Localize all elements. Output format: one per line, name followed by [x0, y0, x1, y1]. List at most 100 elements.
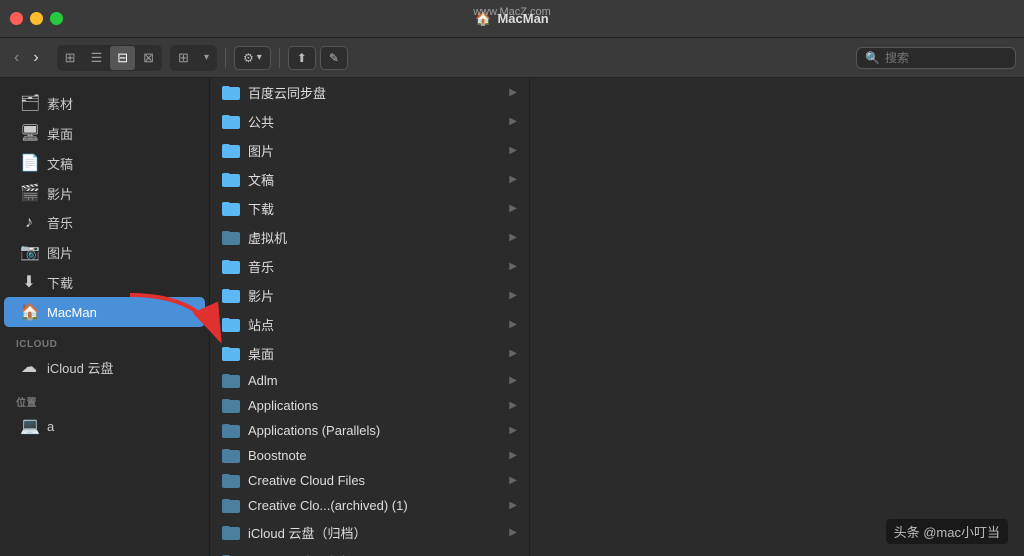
traffic-lights [10, 12, 63, 25]
sidebar-item-music[interactable]: ♪ 音乐 [4, 208, 205, 237]
maximize-button[interactable] [50, 12, 63, 25]
content-area: 百度云同步盘▶公共▶图片▶文稿▶下载▶虚拟机▶音乐▶影片▶站点▶桌面▶Adlm▶… [210, 78, 1024, 556]
file-name: 图片 [248, 141, 501, 160]
folder-icon [222, 260, 240, 274]
sidebar-item-icloud[interactable]: ☁ iCloud 云盘 [4, 352, 205, 382]
right-panel [530, 78, 1024, 556]
folder-icon [222, 499, 240, 513]
desktop-icon: 🖥 [20, 123, 38, 143]
list-item[interactable]: Applications▶ [210, 393, 529, 418]
chevron-right-icon: ▶ [509, 375, 517, 386]
sidebar-item-desktop[interactable]: 🖥 桌面 [4, 118, 205, 148]
chevron-right-icon: ▶ [509, 475, 517, 486]
chevron-right-icon: ▶ [509, 261, 517, 272]
sidebar-item-label: 图片 [47, 243, 73, 262]
folder-icon [222, 144, 240, 158]
list-item[interactable]: 影片 ▶ [210, 281, 529, 310]
list-item[interactable]: 文稿▶ [210, 165, 529, 194]
list-item[interactable]: Creative Clo...(archived) (1)▶ [210, 493, 529, 518]
list-item[interactable]: 公共 ▶ [210, 107, 529, 136]
list-item[interactable]: 桌面 ▶ [210, 339, 529, 368]
folder-icon [222, 115, 240, 129]
list-item[interactable]: iCloud 云盘（归档）▶ [210, 518, 529, 547]
chevron-right-icon: ▶ [509, 174, 517, 185]
gear-button[interactable]: ⚙ ▾ [234, 46, 271, 70]
list-item[interactable]: 音乐 ▶ [210, 252, 529, 281]
list-item[interactable]: Applications (Parallels)▶ [210, 418, 529, 443]
back-button[interactable]: ‹ [8, 46, 25, 70]
gallery-group: ⊞ ▾ [170, 45, 217, 71]
folder-icon [222, 474, 240, 488]
search-input[interactable] [885, 51, 1005, 65]
folder-icon [222, 231, 240, 245]
minimize-button[interactable] [30, 12, 43, 25]
sidebar-item-materials[interactable]: 🗂 素材 [4, 88, 205, 118]
folder-icon [222, 449, 240, 463]
sidebar-item-a[interactable]: 💻 a [4, 411, 205, 441]
edit-icon: ✎ [329, 51, 339, 65]
sidebar-item-label: MacMan [47, 305, 97, 320]
gallery-dropdown-button[interactable]: ▾ [197, 48, 216, 67]
search-box[interactable]: 🔍 [856, 47, 1016, 69]
share-button[interactable]: ⬆ [288, 46, 316, 70]
list-item[interactable]: Creative Cloud Files▶ [210, 468, 529, 493]
sidebar-item-label: a [47, 419, 54, 434]
sidebar-item-documents[interactable]: 📄 文稿 [4, 148, 205, 178]
list-item[interactable]: 下载▶ [210, 194, 529, 223]
edit-button[interactable]: ✎ [320, 46, 348, 70]
chevron-right-icon: ▶ [509, 425, 517, 436]
chevron-right-icon: ▶ [509, 348, 517, 359]
sidebar-item-movies[interactable]: 🎬 影片 [4, 178, 205, 208]
sidebar-item-label: 素材 [47, 94, 73, 113]
file-name: 虚拟机 [248, 228, 501, 247]
chevron-right-icon: ▶ [509, 290, 517, 301]
folder-icon [222, 202, 240, 216]
file-name: 公共 [248, 112, 501, 131]
computer-icon: 💻 [20, 416, 38, 436]
macman-icon: 🏠 [20, 302, 38, 322]
chevron-right-icon: ▶ [509, 87, 517, 98]
pictures-icon: 📷 [20, 242, 38, 262]
list-item[interactable]: 图片▶ [210, 136, 529, 165]
folder-icon [222, 289, 240, 303]
list-view-button[interactable]: ☰ [84, 46, 110, 70]
sidebar: 🗂 素材 🖥 桌面 📄 文稿 🎬 影片 ♪ 音乐 📷 图片 ⬇ 下载 🏠 [0, 78, 210, 556]
list-item[interactable]: Adlm ▶ [210, 368, 529, 393]
gallery-view-button[interactable]: ⊞ [171, 46, 196, 70]
sidebar-item-label: 影片 [47, 184, 73, 203]
file-name: Adlm [248, 373, 501, 388]
list-item[interactable]: Boostnote▶ [210, 443, 529, 468]
sidebar-item-label: 文稿 [47, 154, 73, 173]
list-item[interactable]: 百度云同步盘 ▶ [210, 78, 529, 107]
file-name: 百度云同步盘 [248, 83, 501, 102]
gear-dropdown-icon: ▾ [257, 52, 262, 63]
cover-view-button[interactable]: ⊠ [136, 46, 161, 70]
column-view-button[interactable]: ⊟ [110, 46, 135, 70]
folder-icon [222, 86, 240, 100]
icloud-icon: ☁ [20, 357, 38, 377]
folder-icon [222, 374, 240, 388]
main-layout: 🗂 素材 🖥 桌面 📄 文稿 🎬 影片 ♪ 音乐 📷 图片 ⬇ 下载 🏠 [0, 78, 1024, 556]
sidebar-item-downloads[interactable]: ⬇ 下载 [4, 267, 205, 297]
folder-icon [222, 399, 240, 413]
list-item[interactable]: 站点▶ [210, 310, 529, 339]
documents-icon: 📄 [20, 153, 38, 173]
list-item[interactable]: 虚拟机 ▶ [210, 223, 529, 252]
sidebar-item-label: 下载 [47, 273, 73, 292]
file-name: 桌面 [248, 344, 501, 363]
forward-button[interactable]: › [27, 46, 44, 70]
sidebar-item-macman[interactable]: 🏠 MacMan [4, 297, 205, 327]
top-watermark: www.MacZ.com [473, 6, 551, 18]
chevron-right-icon: ▶ [509, 232, 517, 243]
file-name: Boostnote [248, 448, 501, 463]
sidebar-item-label: 桌面 [47, 124, 73, 143]
list-item[interactable]: iCloud 云盘（归档）- 1▶ [210, 547, 529, 556]
chevron-right-icon: ▶ [509, 203, 517, 214]
file-name: 音乐 [248, 257, 501, 276]
sidebar-item-pictures[interactable]: 📷 图片 [4, 237, 205, 267]
close-button[interactable] [10, 12, 23, 25]
chevron-right-icon: ▶ [509, 116, 517, 127]
folder-icon [222, 424, 240, 438]
icon-view-button[interactable]: ⊞ [58, 46, 83, 70]
file-name: 影片 [248, 286, 501, 305]
